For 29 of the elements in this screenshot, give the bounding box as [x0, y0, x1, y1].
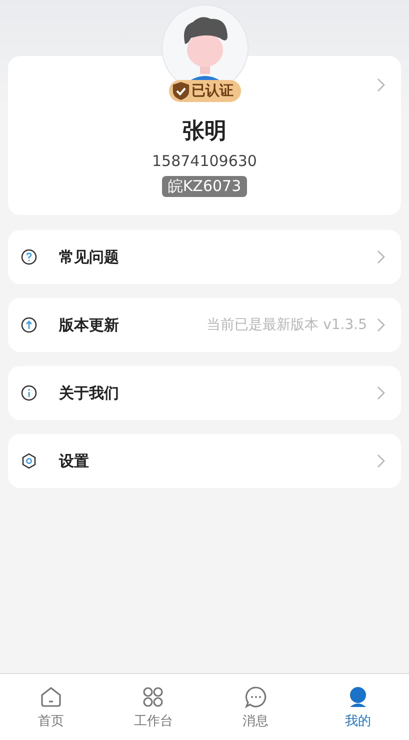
menu-label: 常见问题	[59, 248, 120, 266]
menu-item[interactable]: 关于我们	[8, 366, 401, 420]
chevron-icon	[377, 78, 385, 92]
license-plate: 皖KZ6073	[162, 176, 248, 197]
help-icon	[21, 249, 37, 265]
settings-icon	[21, 453, 37, 469]
home-icon	[39, 684, 64, 708]
menu-label: 关于我们	[59, 384, 120, 402]
verified-badge: 已认证	[168, 80, 240, 102]
phone-number: 15874109630	[152, 152, 257, 170]
tab[interactable]: 工作台	[102, 674, 204, 740]
tab[interactable]: 首页	[0, 674, 102, 740]
grid-icon	[141, 684, 166, 708]
user-name: 张明	[182, 118, 226, 146]
menu-item[interactable]: 设置	[8, 434, 401, 488]
version-text: 当前已是最新版本 v1.3.5	[206, 316, 367, 334]
menu-item[interactable]: 版本更新 当前已是最新版本 v1.3.5	[8, 298, 401, 352]
chevron-icon	[377, 318, 385, 332]
chat-icon	[244, 684, 268, 708]
chevron-icon	[377, 386, 385, 400]
menu-label: 版本更新	[59, 316, 120, 334]
info-icon	[21, 385, 37, 401]
tab[interactable]: 我的	[306, 674, 409, 740]
upload-icon	[21, 317, 37, 333]
menu-item[interactable]: 常见问题	[8, 230, 401, 284]
menu-label: 设置	[59, 452, 90, 470]
tab[interactable]: 消息	[204, 674, 307, 740]
chevron-icon	[377, 250, 385, 264]
chevron-icon	[377, 454, 385, 468]
